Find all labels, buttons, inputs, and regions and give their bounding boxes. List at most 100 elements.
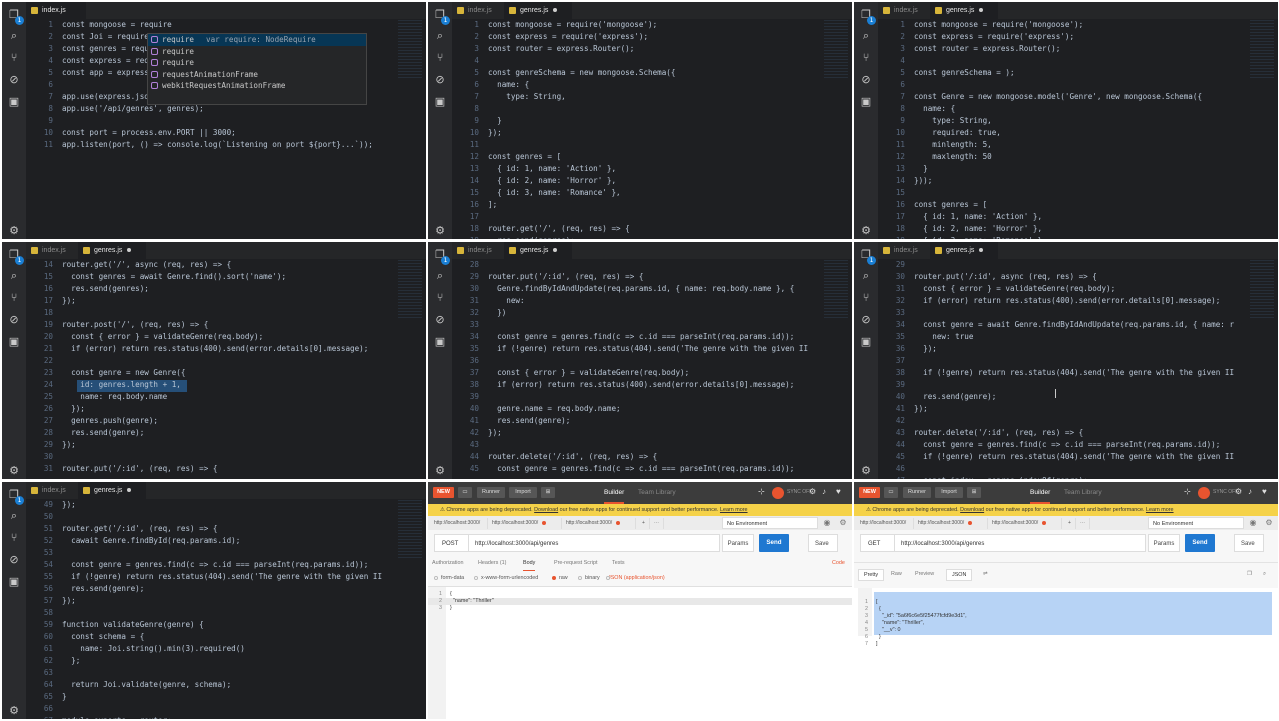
minimap[interactable] — [1250, 260, 1274, 320]
suggestion-item[interactable]: require — [148, 57, 366, 69]
bell-icon[interactable]: ♪ — [822, 487, 826, 496]
minimap[interactable] — [824, 20, 848, 80]
copy-icon[interactable]: ❐ — [1242, 569, 1257, 579]
minimap[interactable] — [1250, 20, 1274, 80]
debug-icon[interactable]: ⊘ — [859, 313, 873, 327]
new-window-icon[interactable]: ⊞ — [541, 487, 555, 498]
tab-genres-js[interactable]: genres.js — [78, 482, 146, 499]
view-raw-button[interactable]: Raw — [886, 569, 907, 579]
source-control-icon[interactable]: ⑂ — [433, 51, 447, 65]
add-tab-icon[interactable]: + — [1064, 518, 1076, 529]
search-icon[interactable]: ⌕ — [7, 269, 21, 283]
request-tab[interactable]: http://localhost:3000/ — [488, 518, 562, 529]
search-icon[interactable]: ⌕ — [7, 509, 21, 523]
gear-icon[interactable]: ⚙ — [7, 464, 21, 478]
learn-more-link[interactable]: Learn more — [1146, 507, 1174, 513]
gear-icon[interactable]: ⚙ — [859, 224, 873, 238]
method-select[interactable]: POST — [434, 534, 469, 552]
save-button[interactable]: Save — [1234, 534, 1264, 552]
debug-icon[interactable]: ⊘ — [433, 73, 447, 87]
debug-icon[interactable]: ⊘ — [433, 313, 447, 327]
search-icon[interactable]: ⌕ — [433, 29, 447, 43]
extensions-icon[interactable]: ▣ — [433, 95, 447, 109]
new-window-icon[interactable]: ⊞ — [967, 487, 981, 498]
layout-toggle-icon[interactable]: ▭ — [458, 487, 472, 498]
settings-icon[interactable]: ⚙ — [809, 487, 816, 496]
extensions-icon[interactable]: ▣ — [7, 335, 21, 349]
method-select[interactable]: GET — [860, 534, 895, 552]
code-area[interactable]: 1 const mongoose = require('mongoose'); 2 c… — [452, 19, 822, 239]
send-button[interactable]: Send — [1185, 534, 1215, 552]
view-pretty-button[interactable]: Pretty — [858, 569, 885, 581]
source-control-icon[interactable]: ⑂ — [7, 51, 21, 65]
url-input[interactable]: http://localhost:3000/api/genres — [895, 534, 1146, 552]
interceptor-icon[interactable]: ⊹ — [758, 487, 765, 496]
import-button[interactable]: Import — [935, 487, 963, 498]
radio-binary[interactable]: binary — [578, 572, 600, 584]
search-icon[interactable]: ⌕ — [859, 269, 873, 283]
radio-urlencoded[interactable]: x-www-form-urlencoded — [474, 572, 538, 584]
source-control-icon[interactable]: ⑂ — [859, 291, 873, 305]
environment-select[interactable]: No Environment — [722, 517, 818, 529]
format-select[interactable]: JSON — [946, 569, 973, 581]
runner-button[interactable]: Runner — [477, 487, 505, 498]
extensions-icon[interactable]: ▣ — [7, 95, 21, 109]
debug-icon[interactable]: ⊘ — [7, 73, 21, 87]
radio-raw[interactable]: raw — [552, 572, 568, 584]
tab-genres-js[interactable]: genres.js — [504, 242, 572, 259]
save-button[interactable]: Save — [808, 534, 838, 552]
tab-index-js[interactable]: index.js — [878, 2, 930, 19]
minimap[interactable] — [398, 260, 422, 320]
tab-index-js[interactable]: index.js — [452, 242, 504, 259]
download-link[interactable]: Download — [534, 507, 558, 513]
extensions-icon[interactable]: ▣ — [433, 335, 447, 349]
runner-button[interactable]: Runner — [903, 487, 931, 498]
add-tab-icon[interactable]: + — [638, 518, 650, 529]
tab-index-js[interactable]: index.js — [452, 2, 504, 19]
sync-icon[interactable] — [772, 487, 784, 499]
download-link[interactable]: Download — [960, 507, 984, 513]
request-tab[interactable]: http://localhost:3000/ — [430, 518, 488, 529]
minimap[interactable] — [824, 260, 848, 320]
code-area[interactable]: 14 router.get('/', async (req, res) => {1… — [26, 259, 396, 479]
request-tab[interactable]: http://localhost:3000/ — [988, 518, 1062, 529]
more-tabs-icon[interactable]: ⋯ — [650, 518, 664, 529]
tab-index-js[interactable]: index.js — [878, 242, 930, 259]
source-control-icon[interactable]: ⑂ — [433, 291, 447, 305]
environment-select[interactable]: No Environment — [1148, 517, 1244, 529]
search-icon[interactable]: ⌕ — [7, 29, 21, 43]
url-input[interactable]: http://localhost:3000/api/genres — [469, 534, 720, 552]
extensions-icon[interactable]: ▣ — [7, 575, 21, 589]
settings-icon[interactable]: ⚙ — [1235, 487, 1242, 496]
search-icon[interactable]: ⌕ — [1258, 569, 1271, 579]
tab-index-js[interactable]: index.js — [26, 482, 78, 499]
view-preview-button[interactable]: Preview — [910, 569, 939, 579]
minimap[interactable] — [398, 20, 422, 80]
import-button[interactable]: Import — [509, 487, 537, 498]
bell-icon[interactable]: ♪ — [1248, 487, 1252, 496]
body-editor[interactable]: 1 { 2 "name": "Thriller" 3} — [428, 586, 852, 719]
tab-tests[interactable]: Tests — [612, 556, 625, 570]
gear-icon[interactable]: ⚙ — [433, 224, 447, 238]
json-type-select[interactable]: JSON (application/json) — [606, 572, 665, 584]
search-icon[interactable]: ⌕ — [859, 29, 873, 43]
gear-icon[interactable]: ⚙ — [433, 464, 447, 478]
layout-toggle-icon[interactable]: ▭ — [884, 487, 898, 498]
env-settings-icon[interactable]: ⚙ — [838, 518, 848, 528]
tab-body[interactable]: Body — [523, 556, 536, 571]
interceptor-icon[interactable]: ⊹ — [1184, 487, 1191, 496]
eye-icon[interactable]: ◉ — [1248, 518, 1258, 528]
search-icon[interactable]: ⌕ — [433, 269, 447, 283]
tab-index-js[interactable]: index.js — [26, 242, 78, 259]
params-button[interactable]: Params — [1148, 534, 1180, 552]
team-library-tab[interactable]: Team Library — [638, 482, 676, 504]
gear-icon[interactable]: ⚙ — [859, 464, 873, 478]
tab-pre-request-script[interactable]: Pre-request Script — [554, 556, 597, 570]
builder-tab[interactable]: Builder — [604, 482, 625, 504]
code-link[interactable]: Code — [832, 556, 845, 570]
code-area[interactable]: 29 30 router.put('/:id', async (req, res) … — [878, 259, 1248, 479]
request-tab[interactable]: http://localhost:3000/ — [914, 518, 988, 529]
source-control-icon[interactable]: ⑂ — [7, 291, 21, 305]
request-tab[interactable]: http://localhost:3000/ — [562, 518, 636, 529]
tab-index-js[interactable]: index.js — [26, 2, 86, 19]
